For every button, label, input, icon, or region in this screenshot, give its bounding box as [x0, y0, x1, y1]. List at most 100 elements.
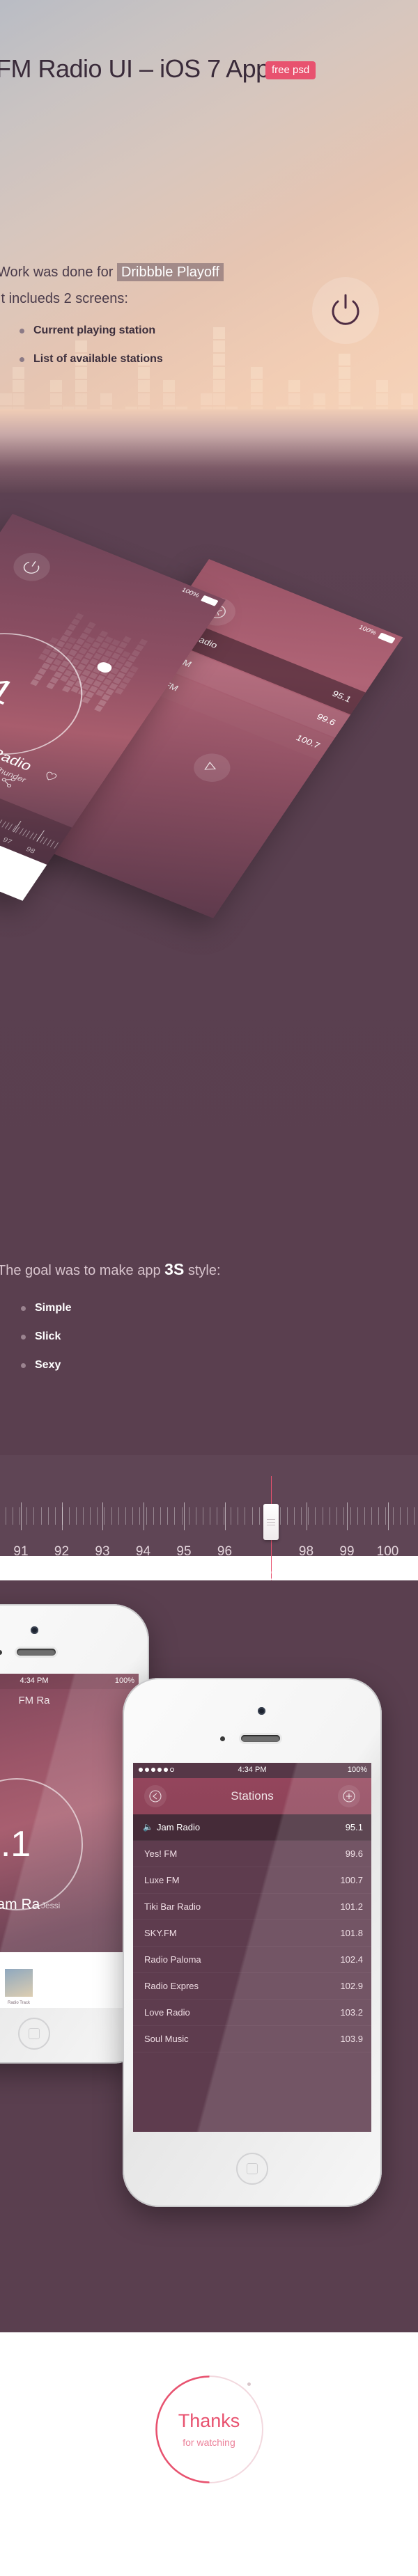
earpiece-speaker — [17, 1649, 56, 1656]
thanks-title: Thanks — [178, 2410, 240, 2431]
table-row[interactable]: SKY.FM 101.8 — [133, 1920, 371, 1947]
station-frequency: 99.6 — [314, 712, 338, 728]
back-button[interactable] — [144, 1785, 167, 1807]
perspective-mockup-section: 100% Jam Radio95.1Yes! FM99.6Luxe FM100.… — [0, 409, 418, 1245]
station-frequency: 103.9 — [340, 2034, 363, 2044]
list-item-label: Slick — [35, 1330, 61, 1342]
scale-tick-label: 91 — [13, 1544, 29, 1559]
list-item-label: Current playing station — [33, 324, 156, 336]
station-list[interactable]: 🔈 Jam Radio 95.1 Yes! FM 99.6 Luxe FM 100.7 Tik… — [133, 1814, 371, 2052]
scale-slider-handle[interactable] — [263, 1504, 279, 1540]
phone-right: ◓ 4:34 PM 100% Stations 🔈 Jam Radio 95.1… — [123, 1678, 382, 2207]
list-item: Slick — [21, 1330, 71, 1343]
scale-tick-label: 94 — [135, 1544, 151, 1559]
description-prefix: Work was done for — [0, 265, 114, 280]
station-frequency: 103.2 — [340, 2007, 363, 2018]
bullet-dot — [21, 1334, 26, 1340]
goal-title-suffix: style: — [187, 1263, 221, 1278]
scale-tick-label: 95 — [176, 1544, 192, 1559]
status-badge: free psd — [265, 61, 316, 79]
section-gradient-fade — [0, 409, 418, 493]
station-name: Radio Expres — [144, 1981, 199, 1991]
phone-left-track: Jessi — [41, 1901, 61, 1910]
stations-navbar: Stations — [133, 1778, 371, 1814]
station-name: SKY.FM — [144, 1928, 177, 1938]
status-time-left: 4:34 PM — [20, 1676, 49, 1685]
bullet-dot — [20, 356, 24, 362]
page-title: FM Radio UI – iOS 7 App — [0, 54, 270, 83]
bullet-dot — [21, 1362, 26, 1368]
heart-icon[interactable] — [41, 769, 60, 783]
power-button-a[interactable] — [7, 547, 56, 586]
table-row[interactable]: Love Radio 103.2 — [133, 2000, 371, 2026]
station-name: Jam Radio — [157, 1822, 201, 1832]
list-item-label: Sexy — [35, 1359, 61, 1371]
back-arrow-icon — [149, 1790, 162, 1803]
station-frequency: 100.7 — [294, 732, 323, 751]
ios-status-bar-left: ◓ 4:34 PM 100% — [0, 1674, 139, 1689]
earpiece-speaker — [241, 1735, 280, 1742]
scale-tick-label: 98 — [298, 1544, 314, 1559]
phone-left-also-like: ou May Also Like zz FMHit FMRadio Track — [0, 1952, 139, 2008]
ruler-tick-label: 97 — [1, 836, 13, 846]
table-row[interactable]: Radio Expres 102.9 — [133, 1973, 371, 2000]
list-item: Simple — [21, 1302, 71, 1314]
station-frequency: 100.7 — [340, 1875, 363, 1885]
page-root: FM Radio UI – iOS 7 App free psd Work wa… — [0, 0, 418, 2576]
home-button[interactable] — [236, 2153, 268, 2185]
table-row[interactable]: Tiki Bar Radio 101.2 — [133, 1894, 371, 1920]
speaker-icon: 🔈 — [143, 1822, 153, 1832]
scale-tick-label: 93 — [95, 1544, 110, 1559]
home-button[interactable] — [18, 2018, 50, 2050]
description-line-2: It inclueds 2 screens: — [0, 291, 128, 306]
phone-left-screen: ◓ 4:34 PM 100% FM Ra 95.1 Jam Ra Jessi o — [0, 1674, 139, 2008]
proximity-sensor-icon — [220, 1736, 225, 1741]
scale-tick-label: 92 — [54, 1544, 70, 1559]
feature-list: Current playing station List of available… — [20, 324, 163, 382]
wifi-icon: ◓ — [164, 1766, 169, 1775]
goal-title-strong: 3S — [164, 1260, 185, 1278]
list-item-label: List of available stations — [33, 353, 163, 365]
scale-tick-label: 99 — [339, 1544, 355, 1559]
phone-right-screen: ◓ 4:34 PM 100% Stations 🔈 Jam Radio 95.1… — [133, 1763, 371, 2132]
list-item[interactable]: Radio Track — [5, 1969, 33, 2005]
frequency-scale-section: 91 92 93 94 95 96 98 99 100 3S — [0, 1455, 418, 1601]
bullet-dot — [20, 328, 24, 333]
table-row[interactable]: Yes! FM 99.6 — [133, 1841, 371, 1867]
front-camera-icon — [31, 1626, 38, 1634]
list-item: Current playing station — [20, 324, 163, 337]
description-line-1: Work was done for Dribbble Playoff — [0, 263, 224, 281]
status-battery-left: 100% — [114, 1676, 134, 1685]
ruler-tick-label: 98 — [24, 845, 37, 856]
station-frequency: 102.9 — [340, 1981, 363, 1991]
station-frequency: 99.6 — [345, 1848, 363, 1859]
bullet-dot — [21, 1305, 26, 1311]
phone-left-station-name: Jam Ra — [0, 1896, 40, 1913]
table-row[interactable]: Radio Paloma 102.4 — [133, 1947, 371, 1973]
table-row[interactable]: Luxe FM 100.7 — [133, 1867, 371, 1894]
plus-icon — [343, 1790, 355, 1803]
station-name: Luxe FM — [144, 1875, 180, 1885]
station-frequency: 101.2 — [340, 1901, 363, 1912]
phone-left-app-title: FM Ra — [18, 1695, 50, 1706]
phone-left-frequency: 95.1 — [0, 1824, 31, 1864]
status-time-right: 4:34 PM — [238, 1766, 267, 1774]
signal-dots-icon — [139, 1768, 174, 1772]
station-frequency: 102.4 — [340, 1954, 363, 1965]
next-button-b[interactable] — [187, 748, 237, 787]
goal-list: Simple Slick Sexy — [21, 1302, 71, 1388]
power-icon — [23, 561, 40, 574]
add-station-button[interactable] — [338, 1785, 360, 1807]
battery-percent-b: 100% — [357, 624, 378, 637]
power-icon — [332, 294, 359, 325]
station-name: Tiki Bar Radio — [144, 1901, 201, 1912]
list-item: Sexy — [21, 1359, 71, 1372]
station-frequency: 95.1 — [345, 1822, 363, 1832]
table-row[interactable]: 🔈 Jam Radio 95.1 — [133, 1814, 371, 1841]
list-item-label: Simple — [35, 1302, 72, 1314]
station-name: Radio Paloma — [144, 1954, 201, 1965]
station-name: Soul Music — [144, 2034, 189, 2044]
table-row[interactable]: Soul Music 103.9 — [133, 2026, 371, 2052]
dribbble-playoff-highlight: Dribbble Playoff — [116, 263, 224, 281]
station-frequency: 101.8 — [340, 1928, 363, 1938]
